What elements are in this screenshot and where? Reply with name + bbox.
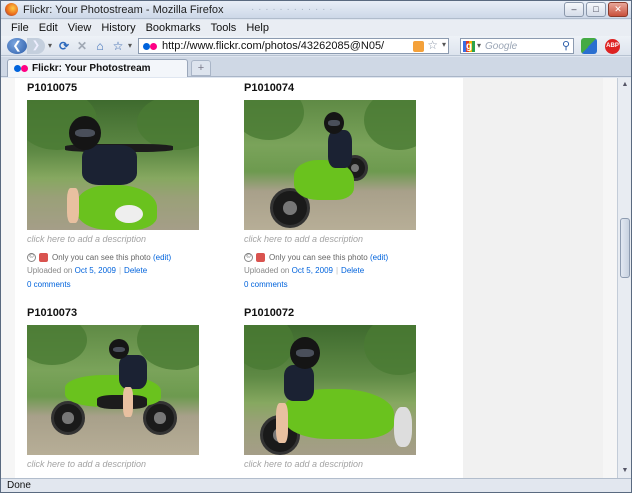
bookmark-dropdown-icon[interactable]: ▾ <box>127 38 133 54</box>
window-controls: – □ ✕ <box>564 2 628 17</box>
menu-tools[interactable]: Tools <box>207 20 243 36</box>
scroll-up-arrow-icon[interactable]: ▲ <box>619 79 631 91</box>
adblock-plus-icon[interactable]: ABP <box>605 39 620 54</box>
address-bar[interactable]: http://www.flickr.com/photos/43262085@N0… <box>138 38 449 54</box>
google-engine-icon[interactable]: g <box>463 41 475 52</box>
add-description-link[interactable]: click here to add a description <box>244 459 449 471</box>
add-description-link[interactable]: click here to add a description <box>244 234 449 246</box>
copyright-icon: © <box>244 253 253 262</box>
photo-card: P1010075 click here to add a description… <box>27 82 232 289</box>
upload-date-link[interactable]: Oct 5, 2009 <box>75 266 116 275</box>
copyright-icon: © <box>27 253 36 262</box>
menu-history[interactable]: History <box>97 20 141 36</box>
back-button[interactable]: ❮ <box>7 38 27 54</box>
photo-card: P1010073 click here to add a description <box>27 307 232 471</box>
menu-bar: File Edit View History Bookmarks Tools H… <box>1 20 631 36</box>
private-lock-icon <box>256 253 265 262</box>
photo-card: P1010074 click here to add a description… <box>244 82 449 289</box>
tab-flickr-photostream[interactable]: Flickr: Your Photostream <box>7 59 188 77</box>
flickr-favicon-icon <box>143 43 157 50</box>
uploaded-label: Uploaded on <box>244 266 290 275</box>
vertical-scrollbar[interactable]: ▲ ▼ <box>617 78 631 478</box>
uploaded-label: Uploaded on <box>27 266 73 275</box>
right-column <box>463 78 603 478</box>
history-dropdown-icon[interactable]: ▾ <box>46 38 54 54</box>
photo-title[interactable]: P1010074 <box>244 82 449 96</box>
privacy-line: © Only you can see this photo (edit) <box>27 252 232 263</box>
private-lock-icon <box>39 253 48 262</box>
menu-help[interactable]: Help <box>242 20 275 36</box>
photo-title[interactable]: P1010072 <box>244 307 449 321</box>
photo-card: P1010072 click here to add a description <box>244 307 449 471</box>
status-text: Done <box>7 480 31 491</box>
scroll-thumb[interactable] <box>620 218 630 278</box>
stop-button[interactable]: ✕ <box>75 38 89 54</box>
search-engine-dropdown-icon[interactable]: ▾ <box>477 41 481 50</box>
reload-button[interactable]: ⟳ <box>57 38 71 54</box>
new-tab-button[interactable]: + <box>191 60 211 76</box>
url-text[interactable]: http://www.flickr.com/photos/43262085@N0… <box>162 40 384 52</box>
scroll-down-arrow-icon[interactable]: ▼ <box>619 465 631 477</box>
firefox-icon <box>5 3 18 16</box>
faded-title-text: · · · · · · · · · · · · <box>251 4 334 15</box>
add-description-link[interactable]: click here to add a description <box>27 234 232 246</box>
privacy-edit-link[interactable]: (edit) <box>153 253 171 262</box>
tab-bar: Flickr: Your Photostream + <box>1 57 631 77</box>
bookmark-page-star-icon[interactable]: ☆ <box>427 38 438 52</box>
photo-thumbnail[interactable] <box>27 100 199 230</box>
menu-edit[interactable]: Edit <box>35 20 64 36</box>
page-viewport: P1010075 click here to add a description… <box>1 78 617 478</box>
photo-title[interactable]: P1010073 <box>27 307 232 321</box>
forward-button[interactable]: ❯ <box>27 38 45 54</box>
browser-window: Flickr: Your Photostream - Mozilla Firef… <box>0 0 632 493</box>
status-bar: Done <box>1 478 631 492</box>
photo-thumbnail[interactable] <box>27 325 199 455</box>
delete-link[interactable]: Delete <box>124 266 147 275</box>
menu-bookmarks[interactable]: Bookmarks <box>142 20 207 36</box>
privacy-text: Only you can see this photo <box>52 253 151 262</box>
upload-meta: Uploaded on Oct 5, 2009 | Delete <box>27 266 148 275</box>
privacy-text: Only you can see this photo <box>269 253 368 262</box>
photo-title[interactable]: P1010075 <box>27 82 232 96</box>
search-input[interactable]: Google <box>485 41 517 52</box>
upload-meta: Uploaded on Oct 5, 2009 | Delete <box>244 266 365 275</box>
url-dropdown-icon[interactable]: ▾ <box>442 40 446 49</box>
menu-file[interactable]: File <box>7 20 35 36</box>
comments-link[interactable]: 0 comments <box>244 280 449 289</box>
search-icon[interactable]: ⚲ <box>562 39 570 52</box>
privacy-edit-link[interactable]: (edit) <box>370 253 388 262</box>
minimize-button[interactable]: – <box>564 2 584 17</box>
upload-date-link[interactable]: Oct 5, 2009 <box>292 266 333 275</box>
privacy-line: © Only you can see this photo (edit) <box>244 252 449 263</box>
tab-label: Flickr: Your Photostream <box>32 63 151 74</box>
search-box[interactable]: g ▾ Google ⚲ <box>460 38 574 54</box>
bookmark-star-button[interactable]: ☆ <box>111 38 125 54</box>
window-title: Flickr: Your Photostream - Mozilla Firef… <box>23 4 224 16</box>
rss-feed-icon[interactable] <box>413 41 424 52</box>
flickr-favicon-icon <box>14 65 28 72</box>
photostream-page: P1010075 click here to add a description… <box>15 78 463 478</box>
add-description-link[interactable]: click here to add a description <box>27 459 232 471</box>
photo-thumbnail[interactable] <box>244 100 416 230</box>
addon-icon[interactable] <box>581 38 597 54</box>
title-bar: Flickr: Your Photostream - Mozilla Firef… <box>1 1 631 19</box>
navigation-toolbar: ❮ ❯ ▾ ⟳ ✕ ⌂ ☆ ▾ http://www.flickr.com/ph… <box>1 36 631 56</box>
comments-link[interactable]: 0 comments <box>27 280 232 289</box>
menu-view[interactable]: View <box>64 20 98 36</box>
home-button[interactable]: ⌂ <box>93 38 107 54</box>
close-button[interactable]: ✕ <box>608 2 628 17</box>
photo-thumbnail[interactable] <box>244 325 416 455</box>
delete-link[interactable]: Delete <box>341 266 364 275</box>
maximize-button[interactable]: □ <box>586 2 606 17</box>
